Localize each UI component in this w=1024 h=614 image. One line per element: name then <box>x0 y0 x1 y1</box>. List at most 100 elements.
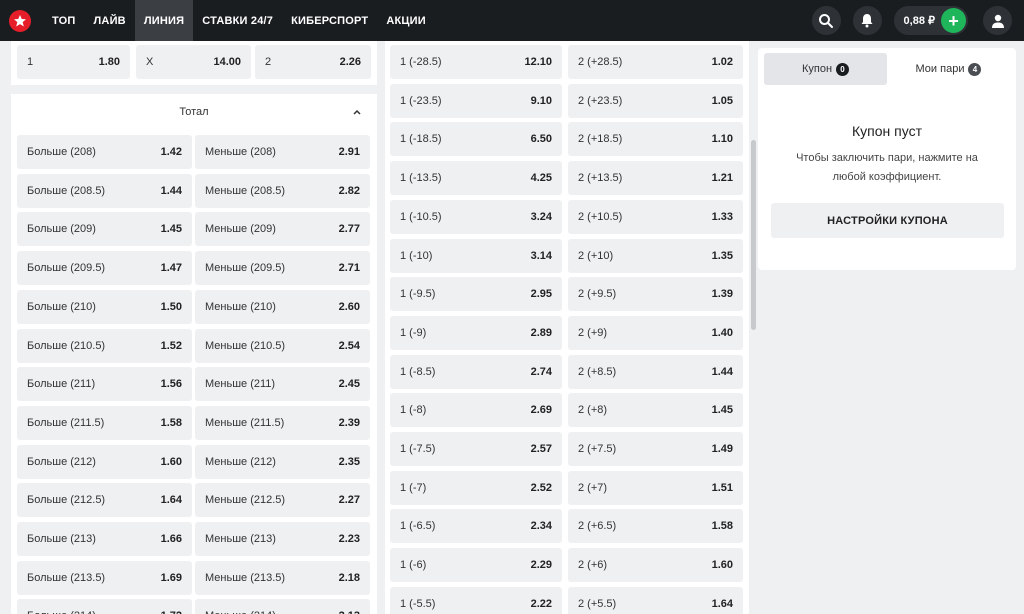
top-navbar: ТОП ЛАЙВ ЛИНИЯ СТАВКИ 24/7 КИБЕРСПОРТ АК… <box>0 0 1024 41</box>
odd-label: 1 (-18.5) <box>400 133 442 146</box>
handicap-away-odd[interactable]: 2 (+18.5) 1.10 <box>568 122 743 157</box>
total-under-odd[interactable]: Меньше (209) 2.77 <box>195 212 370 247</box>
handicap-home-odd[interactable]: 1 (-6) 2.29 <box>390 548 562 583</box>
total-under-odd[interactable]: Меньше (212) 2.35 <box>195 444 370 479</box>
handicap-home-odd[interactable]: 1 (-10.5) 3.24 <box>390 199 562 234</box>
chevron-up-icon[interactable] <box>351 106 363 118</box>
coupon-panel: Купон 0 Мои пари 4 Купон пуст Чтобы закл… <box>758 48 1016 270</box>
total-under-odd[interactable]: Меньше (210) 2.60 <box>195 289 370 324</box>
tab-coupon[interactable]: Купон 0 <box>764 53 887 85</box>
odd-home[interactable]: 1 1.80 <box>17 45 130 79</box>
handicap-home-odd[interactable]: 1 (-7.5) 2.57 <box>390 432 562 466</box>
handicap-away-odd[interactable]: 2 (+10.5) 1.33 <box>568 199 743 234</box>
nav-live[interactable]: ЛАЙВ <box>85 0 135 41</box>
odd-label: Больше (212) <box>27 455 96 468</box>
odd-label: Меньше (209.5) <box>205 262 286 275</box>
logo[interactable] <box>0 0 40 41</box>
handicap-home-odd[interactable]: 1 (-6.5) 2.34 <box>390 509 562 544</box>
profile-button[interactable] <box>983 6 1012 35</box>
odd-value: 2.91 <box>338 146 360 158</box>
odd-label: Меньше (212.5) <box>205 494 286 507</box>
handicap-away-odd[interactable]: 2 (+13.5) 1.21 <box>568 161 743 196</box>
handicap-away-odd[interactable]: 2 (+10) 1.35 <box>568 238 743 273</box>
nav-bets-24-7[interactable]: СТАВКИ 24/7 <box>193 0 282 41</box>
total-under-odd[interactable]: Меньше (213) 2.23 <box>195 522 370 556</box>
handicap-home-odd[interactable]: 1 (-18.5) 6.50 <box>390 122 562 157</box>
handicap-home-odd[interactable]: 1 (-10) 3.14 <box>390 238 562 273</box>
handicap-home-odd[interactable]: 1 (-9.5) 2.95 <box>390 277 562 312</box>
coupon-settings-button[interactable]: НАСТРОЙКИ КУПОНА <box>771 203 1004 238</box>
total-over-odd[interactable]: Больше (211) 1.56 <box>17 367 192 402</box>
handicap-home-odd[interactable]: 1 (-5.5) 2.22 <box>390 586 562 614</box>
odd-draw[interactable]: X 14.00 <box>136 45 251 79</box>
nav-esports[interactable]: КИБЕРСПОРТ <box>282 0 377 41</box>
nav-top[interactable]: ТОП <box>40 0 85 41</box>
total-over-odd[interactable]: Больше (210) 1.50 <box>17 289 192 324</box>
total-under-odd[interactable]: Меньше (209.5) 2.71 <box>195 251 370 286</box>
total-over-odd[interactable]: Больше (211.5) 1.58 <box>17 405 192 440</box>
odd-label: 1 (-13.5) <box>400 172 442 185</box>
handicap-away-odd[interactable]: 2 (+5.5) 1.64 <box>568 586 743 614</box>
total-under-odd[interactable]: Меньше (211) 2.45 <box>195 367 370 402</box>
search-button[interactable] <box>811 6 841 35</box>
total-over-odd[interactable]: Больше (212) 1.60 <box>17 444 192 479</box>
handicap-home-odd[interactable]: 1 (-9) 2.89 <box>390 315 562 350</box>
handicap-home-odd[interactable]: 1 (-13.5) 4.25 <box>390 161 562 196</box>
odd-value: 2.22 <box>530 597 552 610</box>
handicap-away-odd[interactable]: 2 (+7) 1.51 <box>568 470 743 505</box>
handicap-home-odd[interactable]: 1 (-8.5) 2.74 <box>390 354 562 389</box>
total-over-odd[interactable]: Больше (208) 1.42 <box>17 135 192 169</box>
notifications-button[interactable] <box>852 6 882 35</box>
odd-label: 1 (-10.5) <box>400 210 442 223</box>
handicap-away-odd[interactable]: 2 (+9) 1.40 <box>568 315 743 350</box>
nav-line[interactable]: ЛИНИЯ <box>134 0 194 41</box>
scrollbar-thumb[interactable] <box>751 140 756 330</box>
handicap-away-odd[interactable]: 2 (+6) 1.60 <box>568 548 743 583</box>
total-under-odd[interactable]: Меньше (214) 2.13 <box>195 599 370 614</box>
handicap-away-odd[interactable]: 2 (+9.5) 1.39 <box>568 277 743 312</box>
total-under-odd[interactable]: Меньше (208.5) 2.82 <box>195 173 370 208</box>
total-under-odd[interactable]: Меньше (210.5) 2.54 <box>195 328 370 363</box>
odd-value: 2.60 <box>338 300 360 313</box>
odd-label: 2 (+18.5) <box>578 133 623 146</box>
odd-value: 1.66 <box>160 533 182 545</box>
total-under-odd[interactable]: Меньше (211.5) 2.39 <box>195 405 370 440</box>
total-over-odd[interactable]: Больше (212.5) 1.64 <box>17 483 192 518</box>
total-over-odd[interactable]: Больше (208.5) 1.44 <box>17 173 192 208</box>
total-under-odd[interactable]: Меньше (212.5) 2.27 <box>195 483 370 518</box>
handicap-home-odd[interactable]: 1 (-28.5) 12.10 <box>390 45 562 79</box>
handicap-away-odd[interactable]: 2 (+23.5) 1.05 <box>568 83 743 118</box>
nav-promotions[interactable]: АКЦИИ <box>377 0 435 41</box>
handicap-home-odd[interactable]: 1 (-23.5) 9.10 <box>390 83 562 118</box>
handicap-away-odd[interactable]: 2 (+6.5) 1.58 <box>568 509 743 544</box>
odd-value: 1.21 <box>711 172 733 185</box>
total-over-odd[interactable]: Больше (213.5) 1.69 <box>17 560 192 595</box>
handicap-away-odd[interactable]: 2 (+8) 1.45 <box>568 393 743 428</box>
odd-value: 2.74 <box>530 365 552 378</box>
odd-value: 2.23 <box>338 533 360 545</box>
odd-value: 1.64 <box>160 494 182 507</box>
total-over-odd[interactable]: Больше (209.5) 1.47 <box>17 251 192 286</box>
plus-icon[interactable]: + <box>941 8 966 33</box>
odd-value: 1.39 <box>711 288 733 301</box>
total-over-odd[interactable]: Больше (214) 1.72 <box>17 599 192 614</box>
total-over-odd[interactable]: Больше (210.5) 1.52 <box>17 328 192 363</box>
odd-away[interactable]: 2 2.26 <box>255 45 371 79</box>
handicap-home-odd[interactable]: 1 (-7) 2.52 <box>390 470 562 505</box>
total-under-odd[interactable]: Меньше (208) 2.91 <box>195 135 370 169</box>
handicap-away-odd[interactable]: 2 (+28.5) 1.02 <box>568 45 743 79</box>
total-under-odd[interactable]: Меньше (213.5) 2.18 <box>195 560 370 595</box>
balance-button[interactable]: 0,88 ₽ + <box>893 6 968 35</box>
handicap-away-odd[interactable]: 2 (+7.5) 1.49 <box>568 432 743 466</box>
total-header[interactable]: Тотал <box>11 94 377 130</box>
user-icon <box>991 14 1004 28</box>
total-over-odd[interactable]: Больше (209) 1.45 <box>17 212 192 247</box>
total-over-odd[interactable]: Больше (213) 1.66 <box>17 522 192 556</box>
odd-label: 2 (+9) <box>578 326 608 339</box>
odd-label: Меньше (212) <box>205 455 276 468</box>
tab-my-bets[interactable]: Мои пари 4 <box>887 53 1010 85</box>
handicap-away-odd[interactable]: 2 (+8.5) 1.44 <box>568 354 743 389</box>
odd-value: 1.42 <box>160 146 182 158</box>
odd-value: 2.95 <box>530 288 552 301</box>
handicap-home-odd[interactable]: 1 (-8) 2.69 <box>390 393 562 428</box>
